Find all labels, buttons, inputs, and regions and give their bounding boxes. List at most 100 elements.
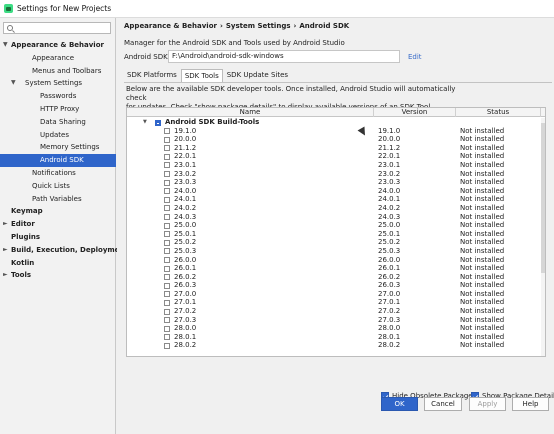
row-status: Not installed	[460, 272, 505, 281]
sidebar-item-label: Quick Lists	[32, 181, 70, 190]
row-name: 28.0.1	[174, 332, 197, 341]
expand-arrow-icon[interactable]: ▼	[3, 39, 8, 52]
table-row[interactable]: 25.0.1 25.0.1 Not installed	[127, 230, 539, 239]
sidebar-item-http-proxy[interactable]: HTTP Proxy	[0, 103, 116, 116]
sidebar-item-notifications[interactable]: Notifications	[0, 167, 116, 180]
row-checkbox[interactable]	[164, 196, 170, 203]
table-row[interactable]: 24.0.0 24.0.0 Not installed	[127, 187, 539, 196]
sidebar-item-updates[interactable]: Updates	[0, 129, 116, 142]
table-row[interactable]: 19.1.0 19.1.0 Not installed	[127, 127, 539, 136]
column-header-status[interactable]: Status	[456, 108, 541, 117]
cancel-button[interactable]: Cancel	[424, 397, 462, 411]
row-checkbox[interactable]	[164, 231, 170, 238]
scrollbar-thumb[interactable]	[541, 123, 545, 273]
table-row[interactable]: 21.1.2 21.1.2 Not installed	[127, 144, 539, 153]
sidebar-item-android-sdk[interactable]: Android SDK	[0, 154, 116, 167]
expand-arrow-icon[interactable]: ▼	[11, 77, 16, 90]
table-row[interactable]: 23.0.2 23.0.2 Not installed	[127, 170, 539, 179]
table-row[interactable]: 26.0.2 26.0.2 Not installed	[127, 273, 539, 282]
sidebar-item-appearance[interactable]: Appearance	[0, 52, 116, 65]
row-checkbox[interactable]	[164, 162, 170, 169]
row-checkbox[interactable]	[164, 153, 170, 160]
collapsed-arrow-icon[interactable]: ►	[3, 218, 8, 231]
row-checkbox[interactable]	[164, 308, 170, 315]
tab-sdk-platforms[interactable]: SDK Platforms	[124, 69, 180, 83]
row-checkbox[interactable]	[164, 325, 170, 332]
row-checkbox[interactable]	[164, 334, 170, 341]
help-button[interactable]: Help	[512, 397, 549, 411]
tab-sdk-tools[interactable]: SDK Tools	[180, 69, 223, 83]
table-row[interactable]: 28.0.2 28.0.2 Not installed	[127, 341, 539, 350]
table-row[interactable]: 26.0.1 26.0.1 Not installed	[127, 264, 539, 273]
table-row[interactable]: 25.0.2 25.0.2 Not installed	[127, 238, 539, 247]
table-row[interactable]: 25.0.0 25.0.0 Not installed	[127, 221, 539, 230]
column-header-version[interactable]: Version	[374, 108, 456, 117]
sidebar-item-quick-lists[interactable]: Quick Lists	[0, 180, 116, 193]
table-row[interactable]: 27.0.2 27.0.2 Not installed	[127, 307, 539, 316]
sidebar-item-plugins[interactable]: Plugins	[0, 231, 116, 244]
table-row[interactable]: 27.0.3 27.0.3 Not installed	[127, 316, 539, 325]
collapse-arrow-icon[interactable]: ▼	[143, 118, 147, 127]
row-version: 28.0.2	[378, 341, 401, 350]
row-checkbox[interactable]	[164, 171, 170, 178]
sidebar-item-keymap[interactable]: Keymap	[0, 205, 116, 218]
row-checkbox[interactable]	[164, 248, 170, 255]
row-checkbox[interactable]	[164, 291, 170, 298]
row-checkbox[interactable]	[164, 136, 170, 143]
row-checkbox[interactable]	[164, 188, 170, 195]
table-row[interactable]: 23.0.3 23.0.3 Not installed	[127, 178, 539, 187]
row-checkbox[interactable]	[164, 239, 170, 246]
sidebar-item-tools[interactable]: ► Tools	[0, 269, 116, 282]
row-checkbox[interactable]	[164, 222, 170, 229]
group-checkbox[interactable]	[155, 119, 161, 126]
table-row-group[interactable]: ▼ Android SDK Build-Tools	[127, 118, 539, 127]
sidebar-item-system-settings[interactable]: ▼ System Settings	[0, 77, 116, 90]
table-row[interactable]: 26.0.0 26.0.0 Not installed	[127, 256, 539, 265]
table-row[interactable]: 23.0.1 23.0.1 Not installed	[127, 161, 539, 170]
sdk-location-field[interactable]: F:\Android\android-sdk-windows	[168, 50, 400, 63]
column-header-name[interactable]: Name	[127, 108, 374, 117]
row-checkbox[interactable]	[164, 128, 170, 135]
sidebar-item-menus-and-toolbars[interactable]: Menus and Toolbars	[0, 65, 116, 78]
ok-button[interactable]: OK	[381, 397, 418, 411]
row-checkbox[interactable]	[164, 317, 170, 324]
breadcrumb: Appearance & Behavior › System Settings › An…	[124, 22, 349, 30]
tab-sdk-update-sites[interactable]: SDK Update Sites	[224, 69, 291, 83]
row-checkbox[interactable]	[164, 214, 170, 221]
sidebar-item-data-sharing[interactable]: Data Sharing	[0, 116, 116, 129]
row-checkbox[interactable]	[164, 257, 170, 263]
row-checkbox[interactable]	[164, 282, 170, 289]
collapsed-arrow-icon[interactable]: ►	[3, 244, 8, 257]
table-scrollbar[interactable]	[541, 118, 545, 356]
row-checkbox[interactable]	[164, 265, 170, 272]
apply-button[interactable]: Apply	[469, 397, 506, 411]
table-row[interactable]: 20.0.0 20.0.0 Not installed	[127, 135, 539, 144]
row-checkbox[interactable]	[164, 299, 170, 306]
sidebar-item-kotlin[interactable]: Kotlin	[0, 257, 116, 270]
row-checkbox[interactable]	[164, 179, 170, 186]
settings-search-input[interactable]	[3, 22, 111, 34]
edit-location-link[interactable]: Edit	[408, 53, 422, 61]
sidebar-item-path-variables[interactable]: Path Variables	[0, 193, 116, 206]
table-row[interactable]: 22.0.1 22.0.1 Not installed	[127, 152, 539, 161]
table-row[interactable]: 27.0.0 27.0.0 Not installed	[127, 290, 539, 299]
table-row[interactable]: 25.0.3 25.0.3 Not installed	[127, 247, 539, 256]
sidebar-item-memory-settings[interactable]: Memory Settings	[0, 141, 116, 154]
table-row[interactable]: 27.0.1 27.0.1 Not installed	[127, 298, 539, 307]
sidebar-item-build-execution-deployment[interactable]: ► Build, Execution, Deployment	[0, 244, 128, 257]
table-row[interactable]: 28.0.1 28.0.1 Not installed	[127, 333, 539, 342]
row-checkbox[interactable]	[164, 274, 170, 281]
table-row[interactable]: 24.0.1 24.0.1 Not installed	[127, 195, 539, 204]
sidebar-item-passwords[interactable]: Passwords	[0, 90, 116, 103]
row-checkbox[interactable]	[164, 145, 170, 152]
table-row[interactable]: 24.0.3 24.0.3 Not installed	[127, 213, 539, 222]
table-row[interactable]: 26.0.3 26.0.3 Not installed	[127, 281, 539, 290]
row-checkbox[interactable]	[164, 205, 170, 212]
sidebar-item-appearance-behavior[interactable]: ▼ Appearance & Behavior	[0, 39, 116, 52]
collapsed-arrow-icon[interactable]: ►	[3, 269, 8, 282]
table-row[interactable]: 28.0.0 28.0.0 Not installed	[127, 324, 539, 333]
table-row[interactable]: 24.0.2 24.0.2 Not installed	[127, 204, 539, 213]
sidebar-item-editor[interactable]: ► Editor	[0, 218, 116, 231]
row-checkbox[interactable]	[164, 342, 170, 349]
row-name: 23.0.2	[174, 169, 197, 178]
